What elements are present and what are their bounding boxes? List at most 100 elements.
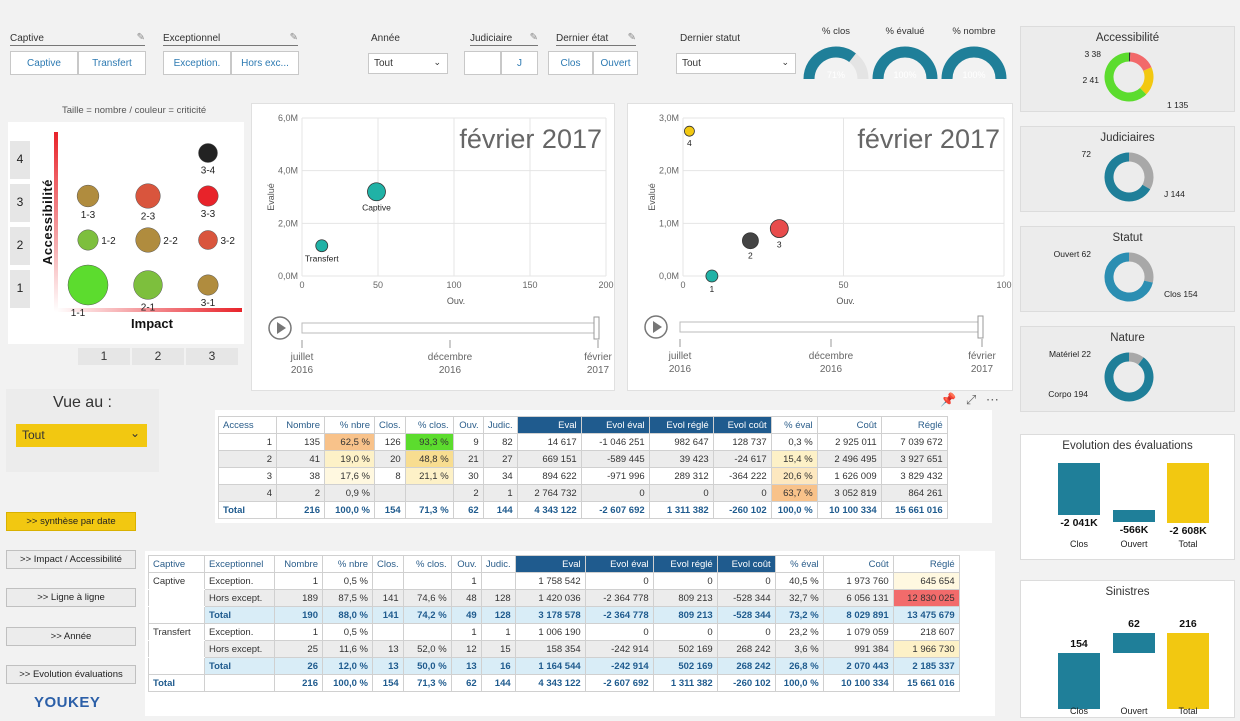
column-header[interactable]: Réglé xyxy=(880,416,948,434)
more-options-icon[interactable]: ⋯ xyxy=(986,392,999,407)
slicer-exceptionnel-option-exception[interactable]: Exception. xyxy=(163,51,231,75)
y-tick-label: 2,0M xyxy=(278,218,298,228)
column-header[interactable]: Evol coût xyxy=(712,416,772,434)
scatter-point-label: 2 xyxy=(748,251,753,261)
chevron-down-icon: ⌄ xyxy=(781,57,789,67)
table-cell: 12 xyxy=(450,640,482,658)
matrix-xlabel: Impact xyxy=(131,316,174,331)
donut-title: Judiciaires xyxy=(1100,132,1155,144)
column-header[interactable]: Judic. xyxy=(480,555,516,573)
column-header[interactable]: % éval xyxy=(774,555,824,573)
table-row[interactable]: Total 26 12,0 % 13 50,0 % 13 16 1 164 544 -242 9… xyxy=(148,657,960,675)
column-header[interactable]: Evol éval xyxy=(580,416,650,434)
column-header[interactable]: % nbre xyxy=(324,416,375,434)
column-header[interactable]: % clos. xyxy=(404,416,454,434)
slicer-annee-dropdown[interactable]: Tout ⌄ xyxy=(368,53,448,74)
table-cell: 189 xyxy=(274,589,323,607)
column-header[interactable]: Judic. xyxy=(482,416,518,434)
table-cell: 2 xyxy=(452,484,484,502)
nav-synthese-par-date[interactable]: >> synthèse par date xyxy=(6,512,136,531)
nav-annee[interactable]: >> Année xyxy=(6,627,136,646)
column-header[interactable]: Nombre xyxy=(274,555,323,573)
table-cell: 135 xyxy=(276,433,325,451)
nav-impact-accessibilite[interactable]: >> Impact / Accessibilité xyxy=(6,550,136,569)
column-header[interactable]: Evol coût xyxy=(716,555,776,573)
table-cell: 41 xyxy=(276,450,325,468)
vue-au-value: Tout xyxy=(22,428,45,442)
nav-evolution-evaluations[interactable]: >> Evolution évaluations xyxy=(6,665,136,684)
column-header[interactable]: % éval xyxy=(770,416,818,434)
pin-icon[interactable]: 📌 xyxy=(940,392,956,407)
slicer-dernier-statut-dropdown[interactable]: Tout ⌄ xyxy=(676,53,796,74)
slicer-dernier-etat-title: Dernier état xyxy=(556,33,636,46)
eraser-icon[interactable]: ✎ xyxy=(628,32,636,43)
slicer-dernier-etat-option-clos[interactable]: Clos xyxy=(548,51,593,75)
donut-svg: 72 J 144 xyxy=(1082,149,1185,202)
eraser-icon[interactable]: ✎ xyxy=(530,32,538,43)
table-cell: 0 xyxy=(584,623,654,641)
table-row[interactable]: 2 41 19,0 % 20 48,8 % 21 27 669 151 -589 445 39 4… xyxy=(218,450,948,468)
column-header[interactable]: Eval xyxy=(514,555,586,573)
slicer-dernier-etat-option-ouvert[interactable]: Ouvert xyxy=(593,51,638,75)
slicer-captive-option-captive[interactable]: Captive xyxy=(10,51,78,75)
table-row[interactable]: Hors except. 189 87,5 % 141 74,6 % 48 128 1 420… xyxy=(148,589,960,607)
column-header[interactable]: Evol réglé xyxy=(648,416,714,434)
table-row[interactable]: Total 190 88,0 % 141 74,2 % 49 128 3 178 578 -2 … xyxy=(148,606,960,624)
column-header[interactable]: Exceptionnel xyxy=(204,555,275,573)
column-header[interactable]: Réglé xyxy=(892,555,960,573)
column-header[interactable]: Ouv. xyxy=(452,416,484,434)
gauge-2: % nombre 100% xyxy=(939,26,1009,86)
focus-mode-icon[interactable]: ⤢ xyxy=(966,392,976,407)
table-cell: 3 829 432 xyxy=(880,467,948,485)
donut-panel-1: Judiciaires 72 J 144 xyxy=(1020,126,1235,212)
column-header[interactable]: Coût xyxy=(816,416,882,434)
column-header[interactable]: Clos. xyxy=(372,555,404,573)
eraser-icon[interactable]: ✎ xyxy=(137,32,145,43)
table-row[interactable]: 4 2 0,9 % 2 1 2 764 732 0 0 0 63,7 % 3 052 819 864 … xyxy=(218,484,948,502)
gauge-value: 100% xyxy=(962,70,985,80)
vue-au-dropdown[interactable]: Tout ⌄ xyxy=(16,424,147,447)
slicer-exceptionnel-title: Exceptionnel xyxy=(163,33,298,46)
column-header[interactable]: % nbre xyxy=(322,555,373,573)
column-header[interactable]: Evol éval xyxy=(584,555,654,573)
slicer-judiciaire-option-j[interactable]: J xyxy=(501,51,538,75)
column-header[interactable]: Ouv. xyxy=(450,555,482,573)
column-header[interactable]: Captive xyxy=(148,555,205,573)
table-total-cell: -2 607 692 xyxy=(580,501,650,519)
donut-label: 2 41 xyxy=(1082,75,1099,85)
table-row[interactable]: 1 135 62,5 % 126 93,3 % 9 82 14 617 -1 046 251 98… xyxy=(218,433,948,451)
donut-label: Clos 154 xyxy=(1164,289,1198,299)
table-row[interactable]: Captive Exception. 1 0,5 % 1 1 758 542 0 0 0 40,5… xyxy=(148,572,960,590)
table-row[interactable]: 3 38 17,6 % 8 21,1 % 30 34 894 622 -971 996 289 3… xyxy=(218,467,948,485)
table-total-cell: -260 102 xyxy=(712,501,772,519)
nav-ligne-a-ligne[interactable]: >> Ligne à ligne xyxy=(6,588,136,607)
matrix-bubble-label: 3-4 xyxy=(201,166,216,177)
matrix-bubble xyxy=(198,230,218,250)
table-total-cell: -260 102 xyxy=(716,674,776,692)
column-header[interactable]: Evol réglé xyxy=(652,555,718,573)
slicer-captive-option-transfert[interactable]: Transfert xyxy=(78,51,146,75)
column-header[interactable]: % clos. xyxy=(402,555,452,573)
table-cell: 62,5 % xyxy=(324,433,375,451)
eraser-icon[interactable]: ✎ xyxy=(290,32,298,43)
slicer-exceptionnel-option-hors[interactable]: Hors exc... xyxy=(231,51,299,75)
column-header[interactable]: Access xyxy=(218,416,277,434)
column-header[interactable]: Nombre xyxy=(276,416,325,434)
table-cell: 2 185 337 xyxy=(892,657,960,675)
table-row[interactable]: Transfert Exception. 1 0,5 % 1 1 1 006 190 0 0 0 2… xyxy=(148,623,960,641)
table-cell: 0 xyxy=(580,484,650,502)
scatter-point-label: Captive xyxy=(362,203,391,213)
donut-slice xyxy=(1129,52,1152,72)
table-cell: 1 xyxy=(482,484,518,502)
slicer-judiciaire-option-blank[interactable] xyxy=(464,51,501,75)
timeline-track xyxy=(301,322,599,334)
waterfall-value: -2 608K xyxy=(1169,525,1207,537)
table-cell: 2 xyxy=(218,450,277,468)
matrix-panel: 4 3 2 1 Accessibilité Impact 3-4 1-3 2-3 3-3 1-2 2-… xyxy=(8,122,244,344)
table-cell: 32,7 % xyxy=(774,589,824,607)
table-row[interactable]: Hors except. 25 11,6 % 13 52,0 % 12 15 158 354-… xyxy=(148,640,960,658)
column-header[interactable]: Eval xyxy=(516,416,582,434)
column-header[interactable]: Coût xyxy=(822,555,894,573)
column-header[interactable]: Clos. xyxy=(374,416,406,434)
table-cell: 141 xyxy=(372,589,404,607)
